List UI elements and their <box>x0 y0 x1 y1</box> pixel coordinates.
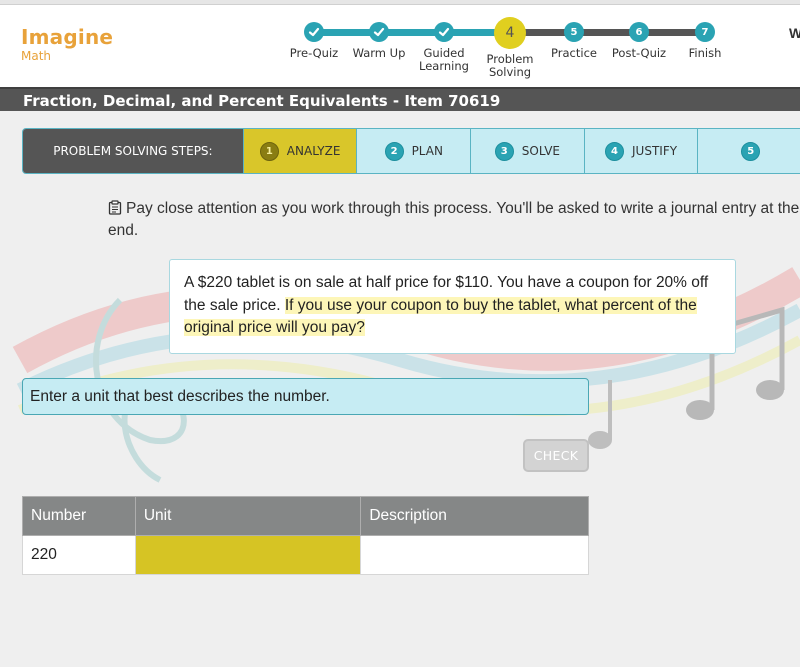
journal-notice: Pay close attention as you work through … <box>108 198 800 242</box>
step-analyze[interactable]: 1 ANALYZE <box>242 129 357 173</box>
clipboard-icon <box>108 200 122 215</box>
column-header-description: Description <box>360 496 589 536</box>
step-solve[interactable]: 3 SOLVE <box>470 129 584 173</box>
checkmark-icon <box>373 27 385 37</box>
step-plan[interactable]: 2 PLAN <box>356 129 470 173</box>
lesson-progress-tracker: 4 5 6 7 Pre-Quiz Warm Up Guided Learning… <box>0 5 800 87</box>
progress-node-pre-quiz[interactable] <box>304 22 324 42</box>
problem-solving-steps-bar: PROBLEM SOLVING STEPS: 1 ANALYZE 2 PLAN … <box>22 128 800 174</box>
step-label: ANALYZE <box>286 144 341 158</box>
progress-node-finish[interactable]: 7 <box>695 22 715 42</box>
progress-node-guided-learning[interactable] <box>434 22 454 42</box>
table-row: 220 <box>22 535 589 575</box>
steps-lead-label: PROBLEM SOLVING STEPS: <box>23 129 243 173</box>
problem-statement: A $220 tablet is on sale at half price f… <box>169 259 736 354</box>
step-number-badge: 1 <box>259 141 279 161</box>
notice-text: Pay close attention as you work through … <box>108 200 800 239</box>
progress-label-finish: Finish <box>688 46 722 60</box>
step-justify[interactable]: 4 JUSTIFY <box>583 129 698 173</box>
step-number-badge: 4 <box>605 141 625 161</box>
app-header: Imagine Math 4 5 6 7 Pre-Quiz Warm Up Gu… <box>0 5 800 87</box>
step-label: PLAN <box>411 144 443 158</box>
step-number-badge: 2 <box>384 141 404 161</box>
check-button[interactable]: CHECK <box>523 439 589 472</box>
instruction-prompt: Enter a unit that best describes the num… <box>22 378 589 415</box>
item-title: Fraction, Decimal, and Percent Equivalen… <box>0 87 800 111</box>
step-number-badge: 5 <box>741 141 761 161</box>
number-cell: 220 <box>22 535 136 575</box>
checkmark-icon <box>438 27 450 37</box>
progress-line-complete <box>314 29 510 36</box>
step-label: JUSTIFY <box>632 144 678 158</box>
column-header-unit: Unit <box>134 496 362 536</box>
progress-line-upcoming <box>510 29 706 36</box>
description-cell[interactable] <box>360 535 589 575</box>
progress-node-warm-up[interactable] <box>369 22 389 42</box>
step-5[interactable]: 5 <box>697 129 800 173</box>
header-user-text: W <box>789 25 800 41</box>
progress-node-practice[interactable]: 5 <box>564 22 584 42</box>
checkmark-icon <box>308 27 320 37</box>
column-header-number: Number <box>22 496 136 536</box>
table-header-row: Number Unit Description <box>22 496 589 536</box>
step-label: SOLVE <box>521 144 561 158</box>
progress-node-post-quiz[interactable]: 6 <box>629 22 649 42</box>
analysis-table: Number Unit Description 220 <box>22 496 589 575</box>
unit-input-cell[interactable] <box>134 535 362 575</box>
progress-node-problem-solving[interactable]: 4 <box>494 17 526 49</box>
step-number-badge: 3 <box>494 141 514 161</box>
